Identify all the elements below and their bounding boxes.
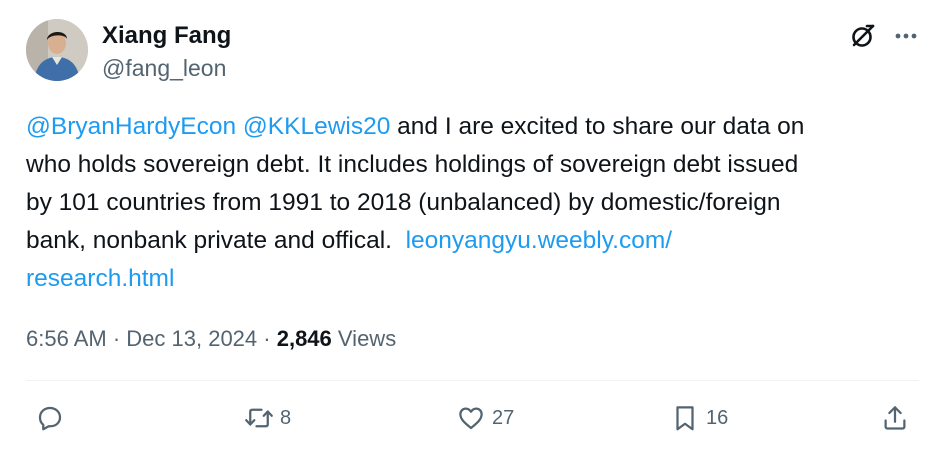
views-label: Views [337, 326, 397, 351]
author-handle[interactable]: @fang_leon [102, 54, 226, 82]
views-count: 2,846 [276, 326, 332, 351]
grok-icon[interactable] [849, 22, 877, 50]
tweet-text-segment: who holds sovereign debt. It includes ho… [26, 151, 799, 178]
bookmark-icon [676, 406, 694, 431]
reply-icon [38, 406, 62, 431]
reply-button[interactable] [35, 400, 71, 436]
tweet-text-line: @BryanHardyEcon @KKLewis20 and I are exc… [26, 108, 906, 146]
author-display-name[interactable]: Xiang Fang [102, 22, 231, 50]
url-link[interactable]: research.html [26, 265, 174, 292]
avatar[interactable] [26, 19, 88, 81]
share-button[interactable] [880, 400, 916, 436]
tweet-text-line: bank, nonbank private and offical. leony… [26, 222, 906, 260]
repost-button[interactable]: 8 [244, 400, 291, 436]
meta-separator: · [106, 326, 127, 351]
tweet-text-line: who holds sovereign debt. It includes ho… [26, 146, 906, 184]
mention-link[interactable]: @KKLewis20 [243, 113, 390, 140]
tweet-text-segment: bank, nonbank private and offical. [26, 227, 406, 254]
heart-icon [459, 407, 483, 430]
share-icon [884, 406, 906, 430]
more-icon[interactable] [893, 24, 919, 48]
like-count: 27 [492, 407, 515, 429]
tweet-date[interactable]: Dec 13, 2024 [126, 326, 257, 351]
bookmark-button[interactable]: 16 [670, 400, 728, 436]
avatar-image [26, 19, 88, 81]
tweet-text-segment: and I are excited to share our data on [390, 113, 805, 140]
tweet-meta: 6:56 AM · Dec 13, 2024 · 2,846 Views [26, 323, 396, 355]
tweet-time[interactable]: 6:56 AM [26, 326, 107, 351]
mention-link[interactable]: @BryanHardyEcon [26, 113, 236, 140]
divider [26, 380, 919, 381]
tweet-card: Xiang Fang @fang_leon @BryanHardyEcon @K… [0, 0, 945, 456]
bookmark-count: 16 [706, 407, 729, 429]
like-button[interactable]: 27 [456, 400, 514, 436]
tweet-text-segment [236, 113, 243, 140]
meta-separator: · [257, 326, 277, 351]
url-link[interactable]: leonyangyu.weebly.com/ [406, 227, 672, 254]
tweet-text-line: research.html [26, 260, 906, 298]
repost-icon [245, 408, 273, 428]
tweet-text-segment: by 101 countries from 1991 to 2018 (unba… [26, 189, 781, 216]
repost-count: 8 [280, 407, 292, 429]
tweet-text: @BryanHardyEcon @KKLewis20 and I are exc… [26, 108, 906, 298]
tweet-text-line: by 101 countries from 1991 to 2018 (unba… [26, 184, 906, 222]
